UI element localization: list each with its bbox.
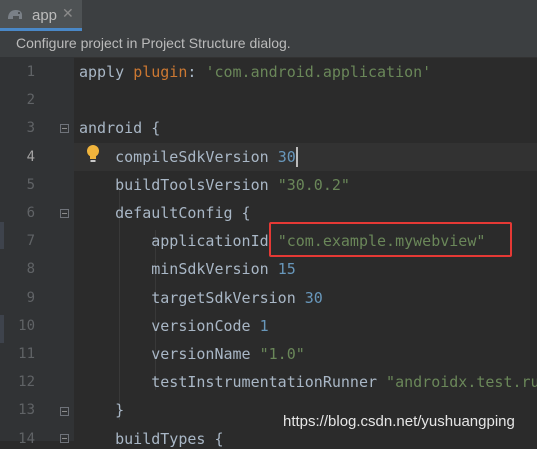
code-line[interactable]: apply plugin: 'com.android.application' — [79, 62, 431, 82]
code-token: buildTypes { — [79, 429, 224, 448]
code-token: android { — [79, 119, 161, 138]
watermark: https://blog.csdn.net/yushuangping — [283, 413, 515, 430]
fold-marker-icon[interactable] — [60, 209, 69, 218]
code-line[interactable]: testInstrumentationRunner "androidx.test… — [79, 372, 537, 392]
line-number: 8 — [26, 261, 35, 278]
line-number: 5 — [26, 176, 35, 193]
code-line[interactable]: versionName "1.0" — [79, 344, 305, 364]
fold-marker-icon[interactable] — [60, 434, 69, 443]
notification-banner: Configure project in Project Structure d… — [0, 31, 537, 58]
line-number: 13 — [18, 402, 35, 419]
code-line[interactable]: versionCode 1 — [79, 316, 269, 336]
tab-label: app — [32, 7, 58, 24]
code-token: 1 — [259, 316, 269, 335]
code-token: minSdkVersion — [79, 260, 278, 279]
fold-marker-icon[interactable] — [60, 124, 69, 133]
line-number: 12 — [18, 374, 35, 391]
line-number: 6 — [26, 205, 35, 221]
code-token: testInstrumentationRunner — [79, 373, 387, 392]
code-line[interactable]: defaultConfig { — [79, 203, 251, 223]
banner-text: Configure project in Project Structure d… — [16, 35, 291, 51]
code-token: "1.0" — [259, 345, 305, 363]
code-token: "androidx.test.ru — [386, 373, 537, 392]
line-number: 1 — [26, 64, 35, 80]
code-token: buildToolsVersion — [79, 175, 278, 194]
strip-marker — [0, 315, 4, 343]
code-line[interactable]: compileSdkVersion 30 — [79, 147, 296, 167]
tab-app[interactable]: app ✕ — [0, 0, 82, 31]
line-number: 11 — [18, 346, 35, 362]
code-token: : — [187, 63, 206, 81]
code-token: apply — [79, 63, 134, 81]
line-number: 9 — [26, 289, 35, 306]
strip-marker — [0, 222, 4, 249]
gradle-elephant-icon — [8, 10, 22, 19]
code-token: 30 — [277, 147, 296, 166]
line-number: 14 — [18, 430, 35, 447]
code-token: targetSdkVersion — [79, 288, 305, 307]
line-number: 3 — [26, 120, 35, 137]
side-tool-strip — [0, 57, 7, 441]
fold-marker-icon[interactable] — [60, 407, 69, 416]
code-token: plugin — [133, 63, 188, 81]
line-number: 7 — [26, 233, 35, 250]
code-line[interactable]: buildTypes { — [79, 429, 224, 449]
code-token: } — [79, 401, 125, 420]
editor-tab-bar: app ✕ — [0, 0, 537, 32]
code-token: defaultConfig { — [79, 204, 251, 222]
annotation-highlight-box — [269, 222, 512, 257]
code-token: versionCode — [79, 316, 260, 335]
code-line[interactable]: buildToolsVersion "30.0.2" — [79, 175, 350, 195]
text-caret — [296, 147, 298, 167]
code-token: 'com.android.application' — [205, 63, 432, 81]
line-number: 2 — [26, 92, 35, 109]
code-token: 15 — [277, 260, 296, 279]
line-number: 10 — [18, 317, 35, 334]
code-line[interactable]: minSdkVersion 15 — [79, 259, 296, 279]
code-line[interactable]: } — [79, 400, 124, 420]
code-token: 30 — [304, 288, 323, 307]
code-token: compileSdkVersion — [79, 147, 278, 166]
code-token: "30.0.2" — [277, 175, 350, 194]
code-line[interactable]: android { — [79, 118, 160, 138]
code-token: versionName — [79, 345, 260, 363]
line-number: 4 — [26, 148, 35, 165]
code-token: applicationId — [79, 232, 278, 251]
close-icon[interactable]: ✕ — [62, 6, 74, 22]
code-line[interactable]: targetSdkVersion 30 — [79, 288, 323, 308]
